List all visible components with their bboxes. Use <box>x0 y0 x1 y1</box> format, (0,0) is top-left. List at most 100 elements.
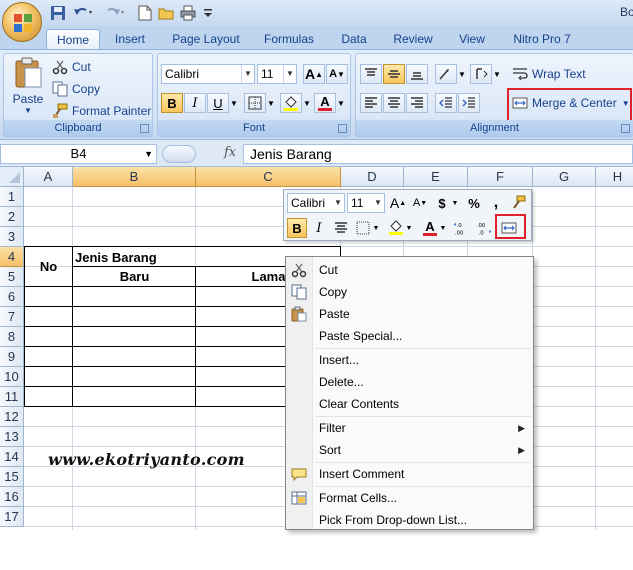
text-direction-button[interactable] <box>470 64 492 84</box>
redo-icon[interactable] <box>104 4 126 22</box>
menu-item-filter[interactable]: Filter ▶ <box>286 417 533 439</box>
cell-b5-baru[interactable]: Baru <box>73 267 196 287</box>
underline-button[interactable]: U <box>207 93 229 113</box>
mini-shrink-font-button[interactable]: A ▼ <box>410 193 430 213</box>
mini-borders-button[interactable] <box>353 218 373 238</box>
grow-font-button[interactable]: A ▲ <box>303 64 325 84</box>
wrap-text-button[interactable]: Wrap Text <box>512 66 586 82</box>
menu-item-sort[interactable]: Sort ▶ <box>286 439 533 461</box>
font-name-combo[interactable]: Calibri ▼ <box>161 64 255 84</box>
formula-input[interactable]: Jenis Barang <box>243 144 633 164</box>
mini-fill-color-button[interactable] <box>386 218 406 238</box>
row-header-15[interactable]: 15 <box>0 467 24 487</box>
tab-data[interactable]: Data <box>334 29 374 49</box>
menu-item-cut[interactable]: Cut <box>286 259 533 281</box>
mini-fill-color-dropdown-icon[interactable]: ▼ <box>404 218 414 238</box>
alignment-dialog-launcher[interactable] <box>621 124 630 133</box>
column-header-b[interactable]: B <box>73 167 196 187</box>
mini-italic-button[interactable]: I <box>309 218 329 238</box>
cell-a4-no[interactable]: No <box>24 247 73 287</box>
mini-format-painter-button[interactable] <box>508 193 528 213</box>
mini-borders-dropdown-icon[interactable]: ▼ <box>371 218 381 238</box>
menu-item-clear-contents[interactable]: Clear Contents <box>286 393 533 415</box>
borders-dropdown-icon[interactable]: ▼ <box>266 93 276 113</box>
align-middle-button[interactable] <box>383 64 405 84</box>
bold-button[interactable]: B <box>161 93 183 113</box>
mini-font-name-combo[interactable]: Calibri ▼ <box>287 193 345 213</box>
mini-font-size-dropdown-icon[interactable]: ▼ <box>372 194 384 212</box>
menu-item-format-cells[interactable]: Format Cells... <box>286 487 533 509</box>
tab-formulas[interactable]: Formulas <box>258 29 320 49</box>
cell-b4-jenis-barang[interactable]: Jenis Barang <box>75 248 157 267</box>
shrink-font-button[interactable]: A ▼ <box>326 64 348 84</box>
undo-icon[interactable] <box>72 4 94 22</box>
row-header-7[interactable]: 7 <box>0 307 24 327</box>
align-left-button[interactable] <box>360 93 382 113</box>
menu-item-pick-from-list[interactable]: Pick From Drop-down List... <box>286 509 533 531</box>
menu-item-insert-comment[interactable]: Insert Comment <box>286 463 533 485</box>
font-name-dropdown-icon[interactable]: ▼ <box>241 65 254 83</box>
row-header-17[interactable]: 17 <box>0 507 24 527</box>
column-header-e[interactable]: E <box>404 167 468 187</box>
font-color-button[interactable]: A <box>314 93 336 113</box>
increase-indent-button[interactable] <box>458 93 480 113</box>
mini-decrease-decimal-button[interactable]: .00.0 <box>474 218 494 238</box>
paste-button[interactable]: Paste ▼ <box>8 56 48 120</box>
menu-item-insert[interactable]: Insert... <box>286 349 533 371</box>
mini-currency-button[interactable]: $ <box>432 193 452 213</box>
menu-item-delete[interactable]: Delete... <box>286 371 533 393</box>
row-header-1[interactable]: 1 <box>0 187 24 207</box>
open-folder-icon[interactable] <box>158 4 174 22</box>
print-icon[interactable] <box>180 4 196 22</box>
decrease-indent-button[interactable] <box>435 93 457 113</box>
row-header-2[interactable]: 2 <box>0 207 24 227</box>
mini-font-color-button[interactable]: A <box>420 218 440 238</box>
tab-page-layout[interactable]: Page Layout <box>168 29 244 49</box>
row-header-5[interactable]: 5 <box>0 267 24 287</box>
copy-button[interactable]: Copy <box>52 81 100 97</box>
row-header-11[interactable]: 11 <box>0 387 24 407</box>
fill-color-dropdown-icon[interactable]: ▼ <box>302 93 312 113</box>
row-header-4[interactable]: 4 <box>0 247 24 267</box>
align-center-button[interactable] <box>383 93 405 113</box>
menu-item-paste[interactable]: Paste <box>286 303 533 325</box>
mini-center-button[interactable] <box>331 218 351 238</box>
row-header-10[interactable]: 10 <box>0 367 24 387</box>
row-header-9[interactable]: 9 <box>0 347 24 367</box>
font-size-combo[interactable]: 11 ▼ <box>257 64 297 84</box>
fill-color-button[interactable] <box>280 93 302 113</box>
column-header-c[interactable]: C <box>196 167 341 187</box>
tab-review[interactable]: Review <box>388 29 438 49</box>
row-header-3[interactable]: 3 <box>0 227 24 247</box>
row-header-8[interactable]: 8 <box>0 327 24 347</box>
row-header-6[interactable]: 6 <box>0 287 24 307</box>
mini-grow-font-button[interactable]: A ▲ <box>388 193 408 213</box>
align-bottom-button[interactable] <box>406 64 428 84</box>
name-box-dropdown-icon[interactable]: ▼ <box>144 145 153 163</box>
mini-currency-dropdown-icon[interactable]: ▼ <box>450 193 460 213</box>
mini-font-name-dropdown-icon[interactable]: ▼ <box>332 194 344 212</box>
cut-button[interactable]: Cut <box>52 59 91 75</box>
mini-comma-button[interactable]: , <box>486 193 506 213</box>
column-header-g[interactable]: G <box>533 167 596 187</box>
tab-nitro-pro[interactable]: Nitro Pro 7 <box>506 29 578 49</box>
column-header-d[interactable]: D <box>341 167 404 187</box>
font-dialog-launcher[interactable] <box>338 124 347 133</box>
office-button[interactable] <box>2 2 42 42</box>
column-header-a[interactable]: A <box>24 167 73 187</box>
row-header-16[interactable]: 16 <box>0 487 24 507</box>
font-size-dropdown-icon[interactable]: ▼ <box>283 65 296 83</box>
format-painter-button[interactable]: Format Painter <box>52 103 151 119</box>
mini-font-color-dropdown-icon[interactable]: ▼ <box>438 218 448 238</box>
borders-button[interactable] <box>244 93 266 113</box>
font-color-dropdown-icon[interactable]: ▼ <box>336 93 346 113</box>
menu-item-paste-special[interactable]: Paste Special... <box>286 325 533 347</box>
customize-toolbar-icon[interactable] <box>202 4 214 22</box>
underline-dropdown-icon[interactable]: ▼ <box>229 93 239 113</box>
row-header-14[interactable]: 14 <box>0 447 24 467</box>
clipboard-dialog-launcher[interactable] <box>140 124 149 133</box>
orientation-button[interactable] <box>435 64 457 84</box>
mini-increase-decimal-button[interactable]: .0.00 <box>452 218 472 238</box>
insert-function-icon[interactable]: fx <box>224 145 236 160</box>
mini-font-size-combo[interactable]: 11 ▼ <box>347 193 385 213</box>
